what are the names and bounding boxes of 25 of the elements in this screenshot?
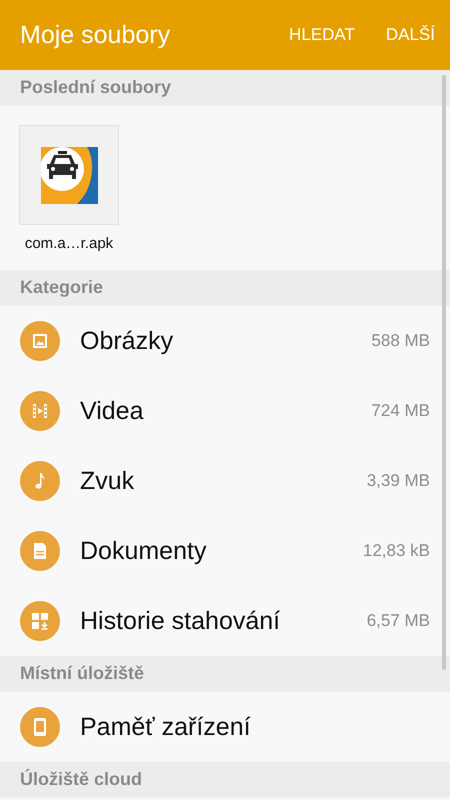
category-label[interactable]: Zvuk — [80, 466, 367, 496]
section-header: Úložiště cloud — [20, 769, 142, 790]
category-label[interactable]: Paměť zařízení — [80, 712, 430, 742]
section-header: Poslední soubory — [20, 77, 172, 98]
file-thumbnail[interactable] — [19, 125, 119, 225]
storage-size: 724 MB — [371, 401, 430, 421]
storage-size: 588 MB — [371, 331, 430, 351]
storage-size: 6,57 MB — [366, 611, 430, 631]
storage-size: 12,83 kB — [362, 541, 430, 561]
app-title: Moje soubory — [20, 20, 172, 50]
file-name: com.a…r.apk — [24, 235, 114, 252]
category-label[interactable]: Videa — [80, 396, 372, 426]
storage-size: 3,39 MB — [366, 471, 430, 491]
picture-icon — [20, 321, 60, 361]
document-icon — [20, 531, 60, 571]
phone-icon — [20, 707, 60, 747]
section-header: Místní úložiště — [20, 663, 144, 684]
taxi-app-icon — [40, 146, 98, 204]
category-label[interactable]: Obrázky — [80, 326, 372, 356]
category-label[interactable]: Dokumenty — [80, 536, 363, 566]
section-header: Kategorie — [20, 277, 104, 298]
music-note-icon — [20, 461, 60, 501]
download-icon — [20, 601, 60, 641]
film-icon — [20, 391, 60, 431]
category-label[interactable]: Historie stahování — [80, 606, 367, 636]
